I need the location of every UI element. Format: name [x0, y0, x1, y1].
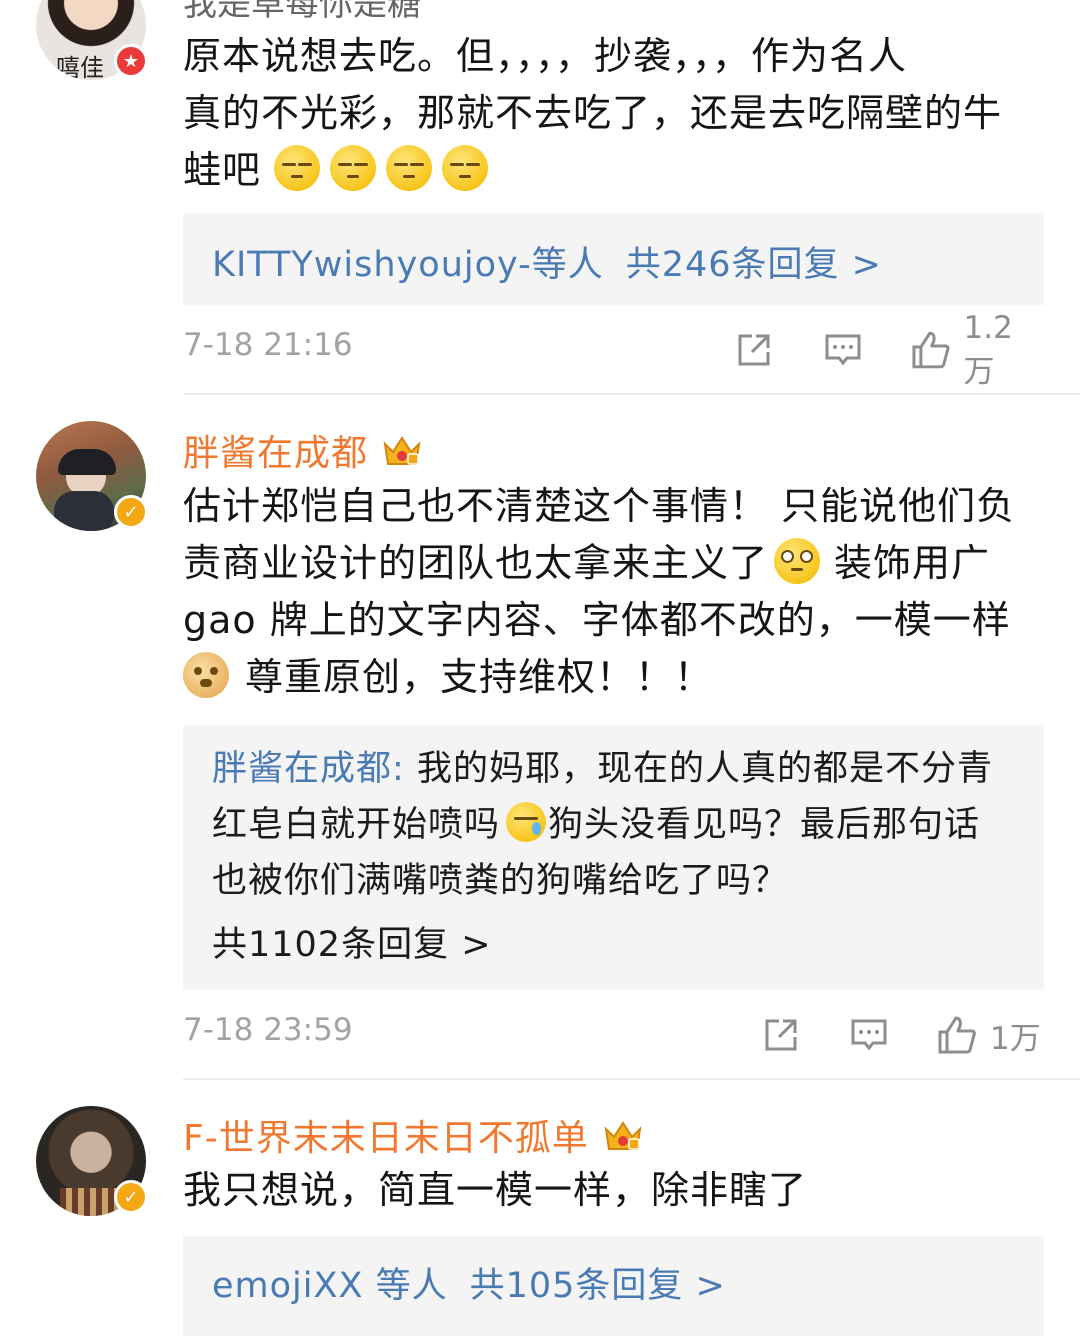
squint-face-emoji-icon: [386, 145, 433, 191]
sweat-face-emoji-icon: [506, 802, 547, 842]
thumbs-up-icon: [912, 331, 950, 369]
verified-badge-icon: ★: [114, 44, 148, 78]
divider: [183, 1078, 1080, 1080]
like-count: 1.2万: [963, 309, 1013, 390]
verified-badge-icon: ✓: [114, 1180, 148, 1214]
reply-preview[interactable]: 胖酱在成都: 我的妈耶，现在的人真的都是不分青 红皂白就开始喷吗 狗头没看见吗？最…: [183, 725, 1044, 989]
reply-users-link[interactable]: emojiXX 等人: [212, 1266, 448, 1306]
username-text: F-世界末末日末日不孤单: [183, 1118, 589, 1159]
comment-button[interactable]: [849, 1012, 889, 1058]
reply-text: 也被你们满嘴喷粪的狗嘴给吃了吗？: [212, 861, 789, 901]
comment-text: 我只想说，简直一模一样，除非瞎了: [183, 1162, 1043, 1219]
timestamp: 7-18 21:16: [183, 327, 353, 363]
thumbs-up-icon: [938, 1016, 976, 1054]
comment-line: 我只想说，简直一模一样，除非瞎了: [183, 1168, 808, 1212]
verified-badge-icon: ✓: [114, 495, 148, 529]
vip-crown-icon: [383, 436, 421, 465]
comment-icon: [825, 334, 861, 366]
share-button[interactable]: [734, 327, 774, 373]
avatar[interactable]: ✓: [36, 1106, 148, 1216]
squint-face-emoji-icon: [330, 145, 377, 191]
avatar[interactable]: 嘻佳 ★: [36, 0, 148, 80]
comment-button[interactable]: [823, 327, 863, 373]
username[interactable]: 胖酱在成都: [183, 424, 422, 476]
comment-line: 责商业设计的团队也太拿来主义了: [183, 541, 769, 585]
username[interactable]: F-世界末末日末日不孤单: [183, 1109, 643, 1161]
username[interactable]: 我是草莓你是糖: [183, 0, 421, 25]
comment-line: 估计郑恺自己也不清楚这个事情！ 只能说他们负: [183, 484, 1016, 528]
comment-text: 估计郑恺自己也不清楚这个事情！ 只能说他们负 责商业设计的团队也太拿来主义了 装饰…: [183, 478, 1043, 706]
reply-count-link[interactable]: 共105条回复 >: [470, 1266, 726, 1306]
reply-users-link[interactable]: KITTYwishyoujoy-等人: [212, 245, 604, 285]
reply-count-link[interactable]: 共1102条回复 >: [212, 917, 1044, 973]
eye-roll-emoji-icon: [774, 538, 821, 584]
reply-preview[interactable]: KITTYwishyoujoy-等人 共246条回复 >: [183, 213, 1044, 305]
comment-line: gao 牌上的文字内容、字体都不改的，一模一样: [183, 598, 1011, 642]
avatar[interactable]: ✓: [36, 421, 148, 531]
comment-line: 装饰用广: [834, 541, 991, 585]
comment-text: 原本说想去吃。但，，，，抄袭，，，作为名人 真的不光彩，那就不去吃了，还是去吃隔…: [183, 28, 1043, 199]
comment-line: 真的不光彩，那就不去吃了，还是去吃隔壁的牛: [183, 91, 1003, 135]
reply-text: 狗头没看见吗？最后那句话: [548, 805, 981, 845]
doge-emoji-icon: [183, 652, 229, 698]
comment-line: 原本说想去吃。但，，，，抄袭，，，作为名人: [183, 34, 908, 78]
divider: [183, 393, 1080, 395]
reply-preview[interactable]: emojiXX 等人 共105条回复 >: [183, 1236, 1044, 1336]
reply-text: 我的妈耶，现在的人真的都是不分青: [416, 749, 993, 789]
squint-face-emoji-icon: [274, 145, 321, 191]
comment-line: 蛙吧: [183, 148, 262, 192]
vip-crown-icon: [604, 1121, 642, 1150]
comment-meta: 7-18 21:16 1.2万: [183, 310, 1043, 390]
share-icon: [738, 334, 770, 366]
comment-icon: [851, 1019, 887, 1051]
like-button[interactable]: 1万: [936, 1012, 1041, 1058]
like-count: 1万: [990, 1020, 1041, 1057]
reply-text: 红皂白就开始喷吗: [212, 805, 501, 845]
avatar-caption: 嘻佳: [56, 54, 104, 80]
like-button[interactable]: 1.2万: [910, 310, 1043, 390]
share-button[interactable]: [761, 1012, 801, 1058]
squint-face-emoji-icon: [442, 145, 489, 191]
comment-meta: 7-18 23:59 1万: [183, 1012, 1043, 1058]
comment-line: 尊重原创，支持维权！！！: [245, 655, 714, 699]
reply-author-link[interactable]: 胖酱在成都:: [212, 749, 405, 789]
username-text: 胖酱在成都: [183, 433, 369, 474]
reply-count-link[interactable]: 共246条回复 >: [626, 245, 882, 285]
share-icon: [765, 1019, 797, 1051]
timestamp: 7-18 23:59: [183, 1012, 353, 1048]
